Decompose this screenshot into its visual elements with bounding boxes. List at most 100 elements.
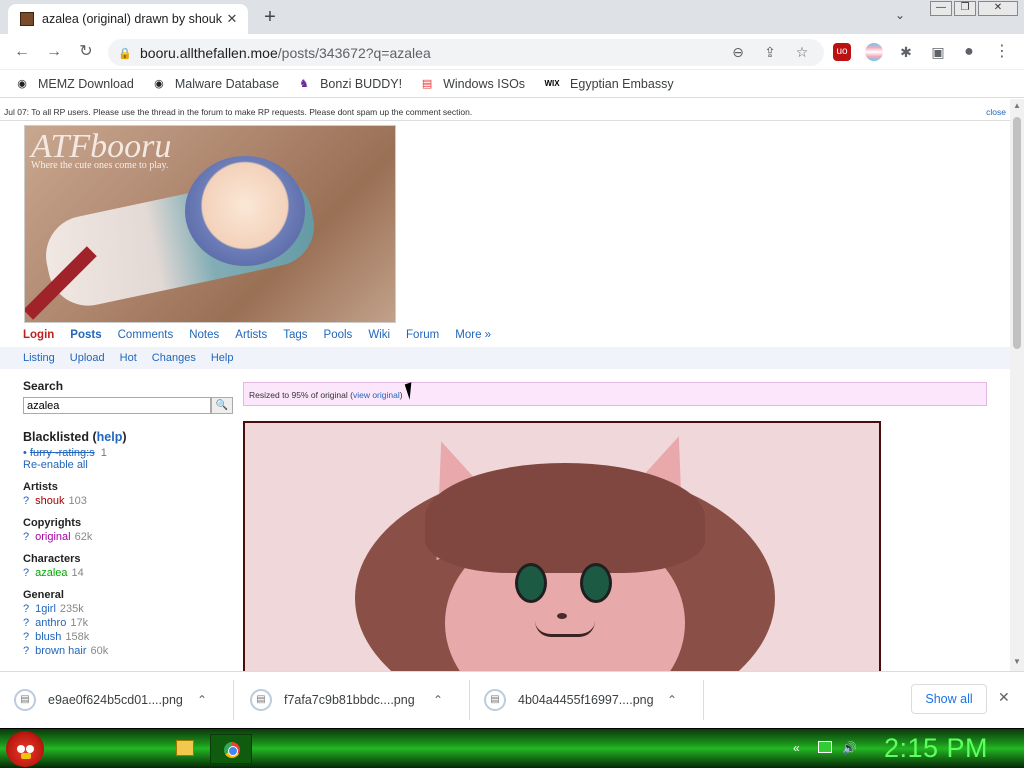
browser-menu-icon[interactable]: ⋮ — [993, 43, 1011, 61]
browser-tab-active[interactable]: azalea (original) drawn by shouk ✕ — [8, 4, 248, 34]
bookmark-star-icon[interactable]: ☆ — [790, 44, 814, 61]
tag-wiki-link[interactable]: ? — [23, 567, 29, 579]
scroll-down-arrow-icon[interactable]: ▼ — [1012, 657, 1022, 666]
subnav-item-upload[interactable]: Upload — [70, 352, 105, 364]
notice-close-link[interactable]: close — [986, 107, 1006, 117]
scroll-up-arrow-icon[interactable]: ▲ — [1012, 101, 1022, 110]
new-tab-button[interactable]: + — [258, 6, 282, 30]
share-icon[interactable]: ⇪ — [758, 44, 782, 61]
search-icon: 🔍 — [215, 400, 229, 411]
download-filename: 4b04a4455f16997....png — [518, 693, 654, 707]
start-button-angry-bird-icon[interactable] — [6, 731, 44, 767]
tag-row: ? brown hair 60k — [23, 645, 235, 657]
lock-icon[interactable]: 🔒 — [118, 47, 132, 60]
tab-search-icon[interactable]: ⌄ — [895, 8, 905, 22]
bookmark-item[interactable]: ♞ Bonzi BUDDY! — [296, 76, 402, 92]
zoom-icon[interactable]: ⊖ — [726, 44, 750, 61]
bookmark-item[interactable]: ▤ Windows ISOs — [419, 76, 525, 92]
reenable-all-link[interactable]: Re-enable all — [23, 459, 235, 471]
nav-item-wiki[interactable]: Wiki — [368, 329, 390, 341]
download-options-chevron-icon[interactable]: ⌃ — [424, 693, 452, 707]
nav-item-more[interactable]: More » — [455, 329, 491, 341]
tag-search-input[interactable] — [23, 397, 211, 414]
nav-item-artists[interactable]: Artists — [235, 329, 267, 341]
scroll-thumb[interactable] — [1013, 117, 1021, 349]
download-options-chevron-icon[interactable]: ⌃ — [188, 693, 216, 707]
nav-item-tags[interactable]: Tags — [283, 329, 307, 341]
nav-item-login[interactable]: Login — [23, 329, 54, 341]
tag-wiki-link[interactable]: ? — [23, 531, 29, 543]
tag-name-link[interactable]: brown hair — [35, 645, 86, 657]
minimize-button[interactable]: — — [930, 1, 952, 16]
page-scrollbar[interactable]: ▲ ▼ — [1010, 99, 1024, 671]
taskbar-clock[interactable]: 2:15 PM — [884, 733, 988, 764]
nav-item-comments[interactable]: Comments — [118, 329, 174, 341]
subnav-item-changes[interactable]: Changes — [152, 352, 196, 364]
blacklist-help-link[interactable]: help — [97, 430, 123, 444]
url-text[interactable]: booru.allthefallen.moe/posts/343672?q=az… — [140, 45, 718, 61]
taskbar-chrome-button[interactable] — [210, 734, 252, 764]
download-filename: f7afa7c9b81bbdc....png — [284, 693, 415, 707]
post-image[interactable] — [243, 421, 881, 671]
tag-count: 17k — [70, 617, 89, 629]
nav-item-notes[interactable]: Notes — [189, 329, 219, 341]
subnav-item-listing[interactable]: Listing — [23, 352, 55, 364]
tag-wiki-link[interactable]: ? — [23, 495, 29, 507]
subnav-item-hot[interactable]: Hot — [120, 352, 137, 364]
tag-wiki-link[interactable]: ? — [23, 631, 29, 643]
download-filename: e9ae0f624b5cd01....png — [48, 693, 183, 707]
tray-arrow-icon[interactable]: « — [793, 741, 800, 755]
site-banner[interactable]: ATFbooru Where the cute ones come to pla… — [24, 125, 396, 323]
blacklist-rule[interactable]: furry -rating:s — [30, 447, 95, 459]
tag-name-link[interactable]: azalea — [35, 567, 67, 579]
address-bar[interactable]: 🔒 booru.allthefallen.moe/posts/343672?q=… — [108, 39, 824, 66]
file-explorer-icon[interactable] — [176, 740, 194, 756]
trans-flag-extension-icon[interactable] — [865, 43, 883, 61]
chrome-icon — [224, 742, 240, 758]
download-item[interactable]: ▤ e9ae0f624b5cd01....png ⌃ — [0, 680, 234, 720]
download-item[interactable]: ▤ f7afa7c9b81bbdc....png ⌃ — [236, 680, 470, 720]
art-bangs — [425, 463, 705, 573]
close-window-button[interactable]: ✕ — [978, 1, 1018, 16]
tag-row: ? azalea 14 — [23, 567, 235, 579]
github-icon: ◉ — [17, 77, 27, 90]
maximize-button[interactable]: ❐ — [954, 1, 976, 16]
tag-wiki-link[interactable]: ? — [23, 603, 29, 615]
tag-wiki-link[interactable]: ? — [23, 645, 29, 657]
tag-name-link[interactable]: original — [35, 531, 70, 543]
search-button[interactable]: 🔍 — [211, 397, 233, 414]
reload-button[interactable]: ↻ — [74, 41, 98, 63]
tab-close-icon[interactable]: ✕ — [224, 11, 240, 27]
art-mouth — [535, 621, 595, 637]
view-original-link[interactable]: view original — [353, 390, 400, 400]
tag-wiki-link[interactable]: ? — [23, 617, 29, 629]
show-all-downloads-button[interactable]: Show all — [911, 684, 987, 714]
forward-button[interactable]: → — [42, 41, 66, 63]
tag-name-link[interactable]: blush — [35, 631, 61, 643]
ublock-icon[interactable]: uo — [833, 43, 851, 61]
blacklist-item[interactable]: • furry -rating:s 1 — [23, 447, 235, 459]
network-icon[interactable] — [818, 741, 832, 753]
side-panel-icon[interactable]: ▣ — [929, 43, 947, 61]
blacklist-title: Blacklisted — [23, 430, 90, 444]
profile-avatar-icon[interactable]: ● — [960, 43, 978, 61]
nav-item-posts[interactable]: Posts — [70, 329, 101, 341]
tag-name-link[interactable]: 1girl — [35, 603, 56, 615]
bookmark-item[interactable]: WIX Egyptian Embassy — [542, 76, 673, 92]
extensions-puzzle-icon[interactable]: ✱ — [897, 43, 915, 61]
download-item[interactable]: ▤ 4b04a4455f16997....png ⌃ — [470, 680, 704, 720]
tag-name-link[interactable]: shouk — [35, 495, 64, 507]
download-options-chevron-icon[interactable]: ⌃ — [658, 693, 686, 707]
bookmark-item[interactable]: ◉ MEMZ Download — [14, 76, 134, 92]
tag-count: 235k — [59, 603, 84, 615]
nav-item-pools[interactable]: Pools — [324, 329, 353, 341]
tag-name-link[interactable]: anthro — [35, 617, 66, 629]
volume-icon[interactable]: 🔊 — [842, 741, 857, 755]
bookmark-item[interactable]: ◉ Malware Database — [151, 76, 279, 92]
close-download-shelf-icon[interactable]: ✕ — [998, 689, 1010, 706]
art-left-eye — [515, 563, 547, 603]
file-icon: ▤ — [250, 689, 272, 711]
subnav-item-help[interactable]: Help — [211, 352, 234, 364]
nav-item-forum[interactable]: Forum — [406, 329, 439, 341]
back-button[interactable]: ← — [10, 41, 34, 63]
